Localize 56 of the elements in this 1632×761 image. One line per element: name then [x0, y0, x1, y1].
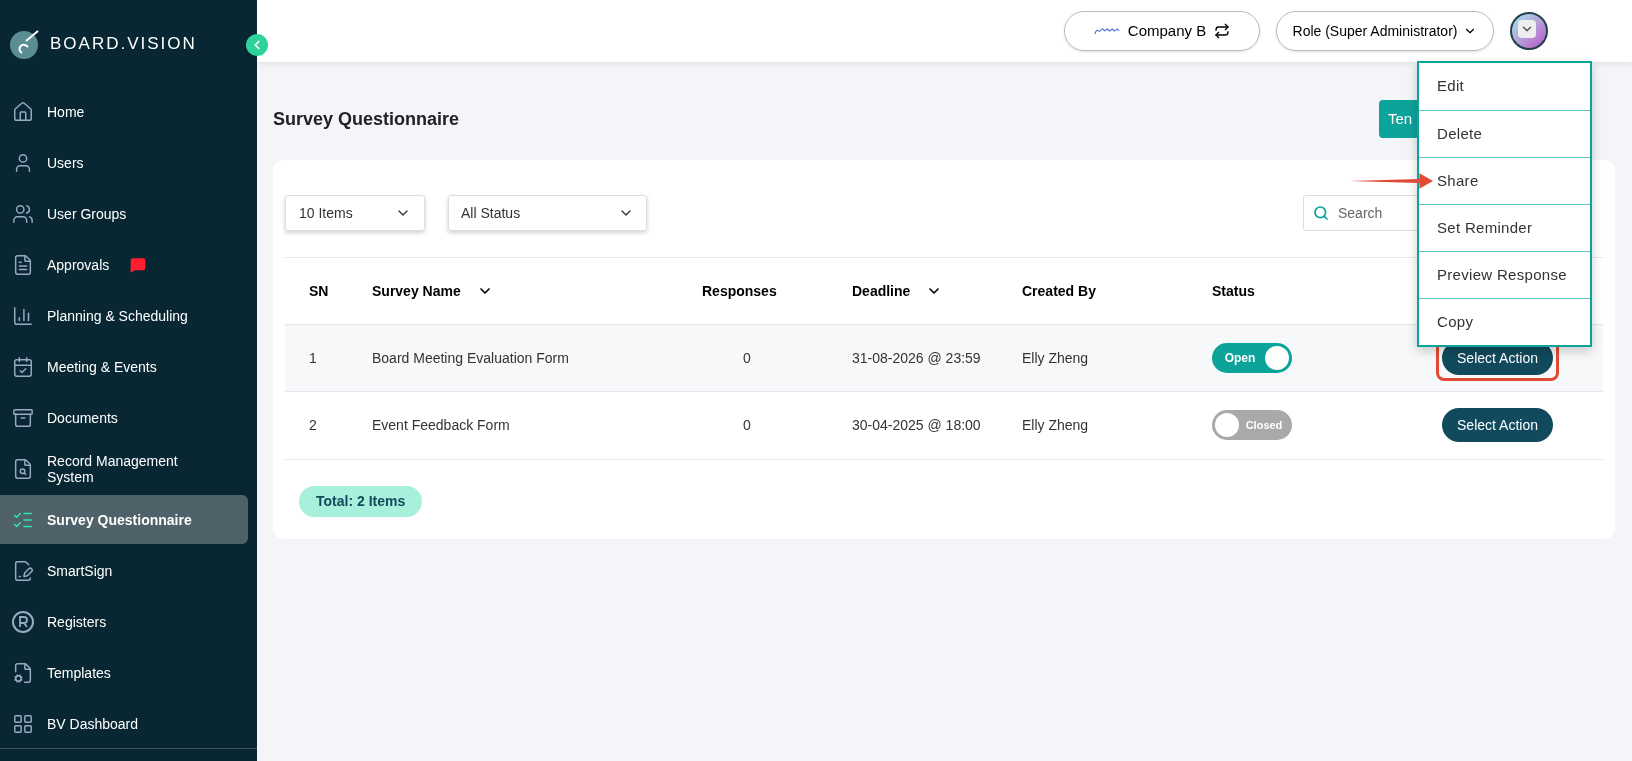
column-header: Responses: [702, 281, 777, 301]
sidebar-item[interactable]: Registers: [0, 597, 248, 646]
document-search-icon: [12, 457, 34, 480]
users-icon: [12, 202, 34, 225]
sidebar-item[interactable]: Planning & Scheduling: [0, 291, 248, 340]
sidebar-item[interactable]: Approvals: [0, 240, 248, 289]
account-menu-button[interactable]: [1518, 20, 1536, 38]
column-header: Status: [1212, 281, 1255, 301]
table-cell: Elly Zheng: [1022, 416, 1089, 433]
archive-icon: [12, 406, 34, 429]
collapse-button[interactable]: [246, 34, 268, 56]
sidebar-item[interactable]: BV Dashboard: [0, 699, 248, 748]
sidebar-item[interactable]: Documents: [0, 393, 248, 442]
status-dropdown[interactable]: All Status: [448, 195, 647, 231]
column-header[interactable]: Deadline: [852, 280, 943, 302]
document-icon: [12, 253, 34, 276]
table-cell: Board Meeting Evaluation Form: [372, 349, 569, 366]
sidebar-item[interactable]: Users: [0, 138, 248, 187]
home-icon: [12, 100, 34, 123]
table-cell: 30-04-2025 @ 18:00: [852, 416, 981, 433]
brand-name: BOARD.VISION: [50, 32, 197, 55]
select-action-button[interactable]: Select Action: [1442, 408, 1553, 443]
total-badge: Total: 2 Items: [299, 485, 423, 517]
document-sign-icon: [12, 559, 34, 582]
sidebar-item[interactable]: Meeting & Events: [0, 342, 248, 391]
sidebar-item[interactable]: SmartSign: [0, 546, 248, 595]
column-header[interactable]: Survey Name: [372, 280, 493, 302]
sidebar-item[interactable]: Templates: [0, 648, 248, 697]
menu-item[interactable]: Copy: [1437, 310, 1474, 334]
sidebar-item[interactable]: User Groups: [0, 189, 248, 238]
table-cell: Elly Zheng: [1022, 349, 1089, 366]
template-icon: [12, 661, 34, 684]
table-cell: 31-08-2026 @ 23:59: [852, 349, 981, 366]
table-cell: 1: [309, 349, 317, 366]
menu-item[interactable]: Edit: [1437, 75, 1465, 98]
page-size-dropdown[interactable]: 10 Items: [285, 195, 425, 231]
sidebar-item[interactable]: Survey Questionnaire: [0, 495, 248, 544]
switch-icon: [1214, 23, 1231, 39]
column-header: Created By: [1022, 281, 1096, 301]
sidebar-item[interactable]: Record Management System: [0, 444, 248, 493]
column-header: SN: [309, 281, 329, 301]
table-cell: 0: [743, 349, 751, 366]
sidebar-item[interactable]: Home: [0, 87, 248, 136]
company-logo-icon: [1093, 26, 1120, 36]
calendar-check-icon: [12, 355, 34, 378]
grid-icon: [12, 712, 34, 735]
menu-item[interactable]: Delete: [1437, 122, 1483, 146]
search-icon: [1313, 205, 1329, 221]
page-title: Survey Questionnaire: [273, 107, 460, 131]
table-cell: Event Feedback Form: [372, 416, 510, 433]
table-cell: 2: [309, 416, 317, 433]
bar-chart-icon: [12, 304, 34, 327]
registered-icon: [12, 610, 34, 633]
table-cell: 0: [743, 416, 751, 433]
menu-item[interactable]: Preview Response: [1437, 263, 1567, 287]
menu-item[interactable]: Share: [1437, 169, 1479, 193]
